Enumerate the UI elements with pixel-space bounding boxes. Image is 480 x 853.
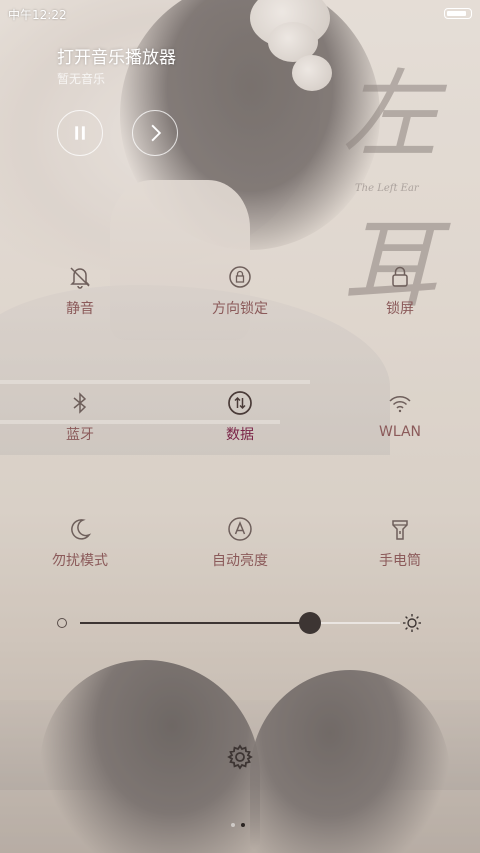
toggle-label: 锁屏 — [386, 301, 414, 317]
bell-off-icon — [65, 262, 95, 292]
brightness-low-icon — [57, 618, 67, 628]
toggle-label: 数据 — [226, 427, 254, 443]
page-dot — [231, 823, 235, 827]
lock-icon — [385, 262, 415, 292]
next-button[interactable] — [132, 110, 178, 156]
toggle-label: 蓝牙 — [66, 427, 94, 443]
auto-a-icon — [225, 514, 255, 544]
toggle-label: 自动亮度 — [212, 553, 268, 569]
wifi-icon — [385, 388, 415, 418]
toggle-label: 手电筒 — [379, 553, 421, 569]
toggle-mute[interactable]: 静音 — [10, 262, 150, 332]
toggle-label: 静音 — [66, 301, 94, 317]
brightness-track[interactable] — [80, 622, 400, 624]
status-bar: 中午12:22 — [0, 0, 480, 26]
toggle-wlan[interactable]: WLAN — [330, 388, 470, 458]
music-title[interactable]: 打开音乐播放器 — [57, 43, 176, 68]
toggle-label: 方向锁定 — [212, 301, 268, 317]
pause-button[interactable] — [57, 110, 103, 156]
toggle-label: WLAN — [378, 424, 421, 440]
chevron-right-icon — [151, 124, 162, 142]
battery-fill — [447, 11, 466, 16]
toggle-lock-screen[interactable]: 锁屏 — [330, 262, 470, 332]
toggle-auto-brightness[interactable]: 自动亮度 — [170, 514, 310, 584]
flashlight-icon — [385, 514, 415, 544]
page-dot — [241, 823, 245, 827]
battery-icon — [444, 8, 472, 19]
settings-gear-icon[interactable] — [226, 743, 254, 771]
toggle-flashlight[interactable]: 手电筒 — [330, 514, 470, 584]
toggle-rotation-lock[interactable]: 方向锁定 — [170, 262, 310, 332]
toggle-bluetooth[interactable]: 蓝牙 — [10, 388, 150, 458]
bluetooth-icon — [65, 388, 95, 418]
pause-icon — [75, 126, 85, 140]
rotation-lock-icon — [225, 262, 255, 292]
moon-icon — [65, 514, 95, 544]
toggle-data[interactable]: 数据 — [170, 388, 310, 458]
page-indicator — [228, 812, 248, 831]
status-clock: 中午12:22 — [8, 8, 67, 22]
brightness-fill — [80, 622, 311, 624]
music-subtitle: 暂无音乐 — [57, 72, 106, 86]
toggle-dnd[interactable]: 勿扰模式 — [10, 514, 150, 584]
data-arrows-icon — [225, 388, 255, 418]
toggle-label: 勿扰模式 — [52, 553, 108, 569]
sun-icon — [403, 614, 421, 632]
